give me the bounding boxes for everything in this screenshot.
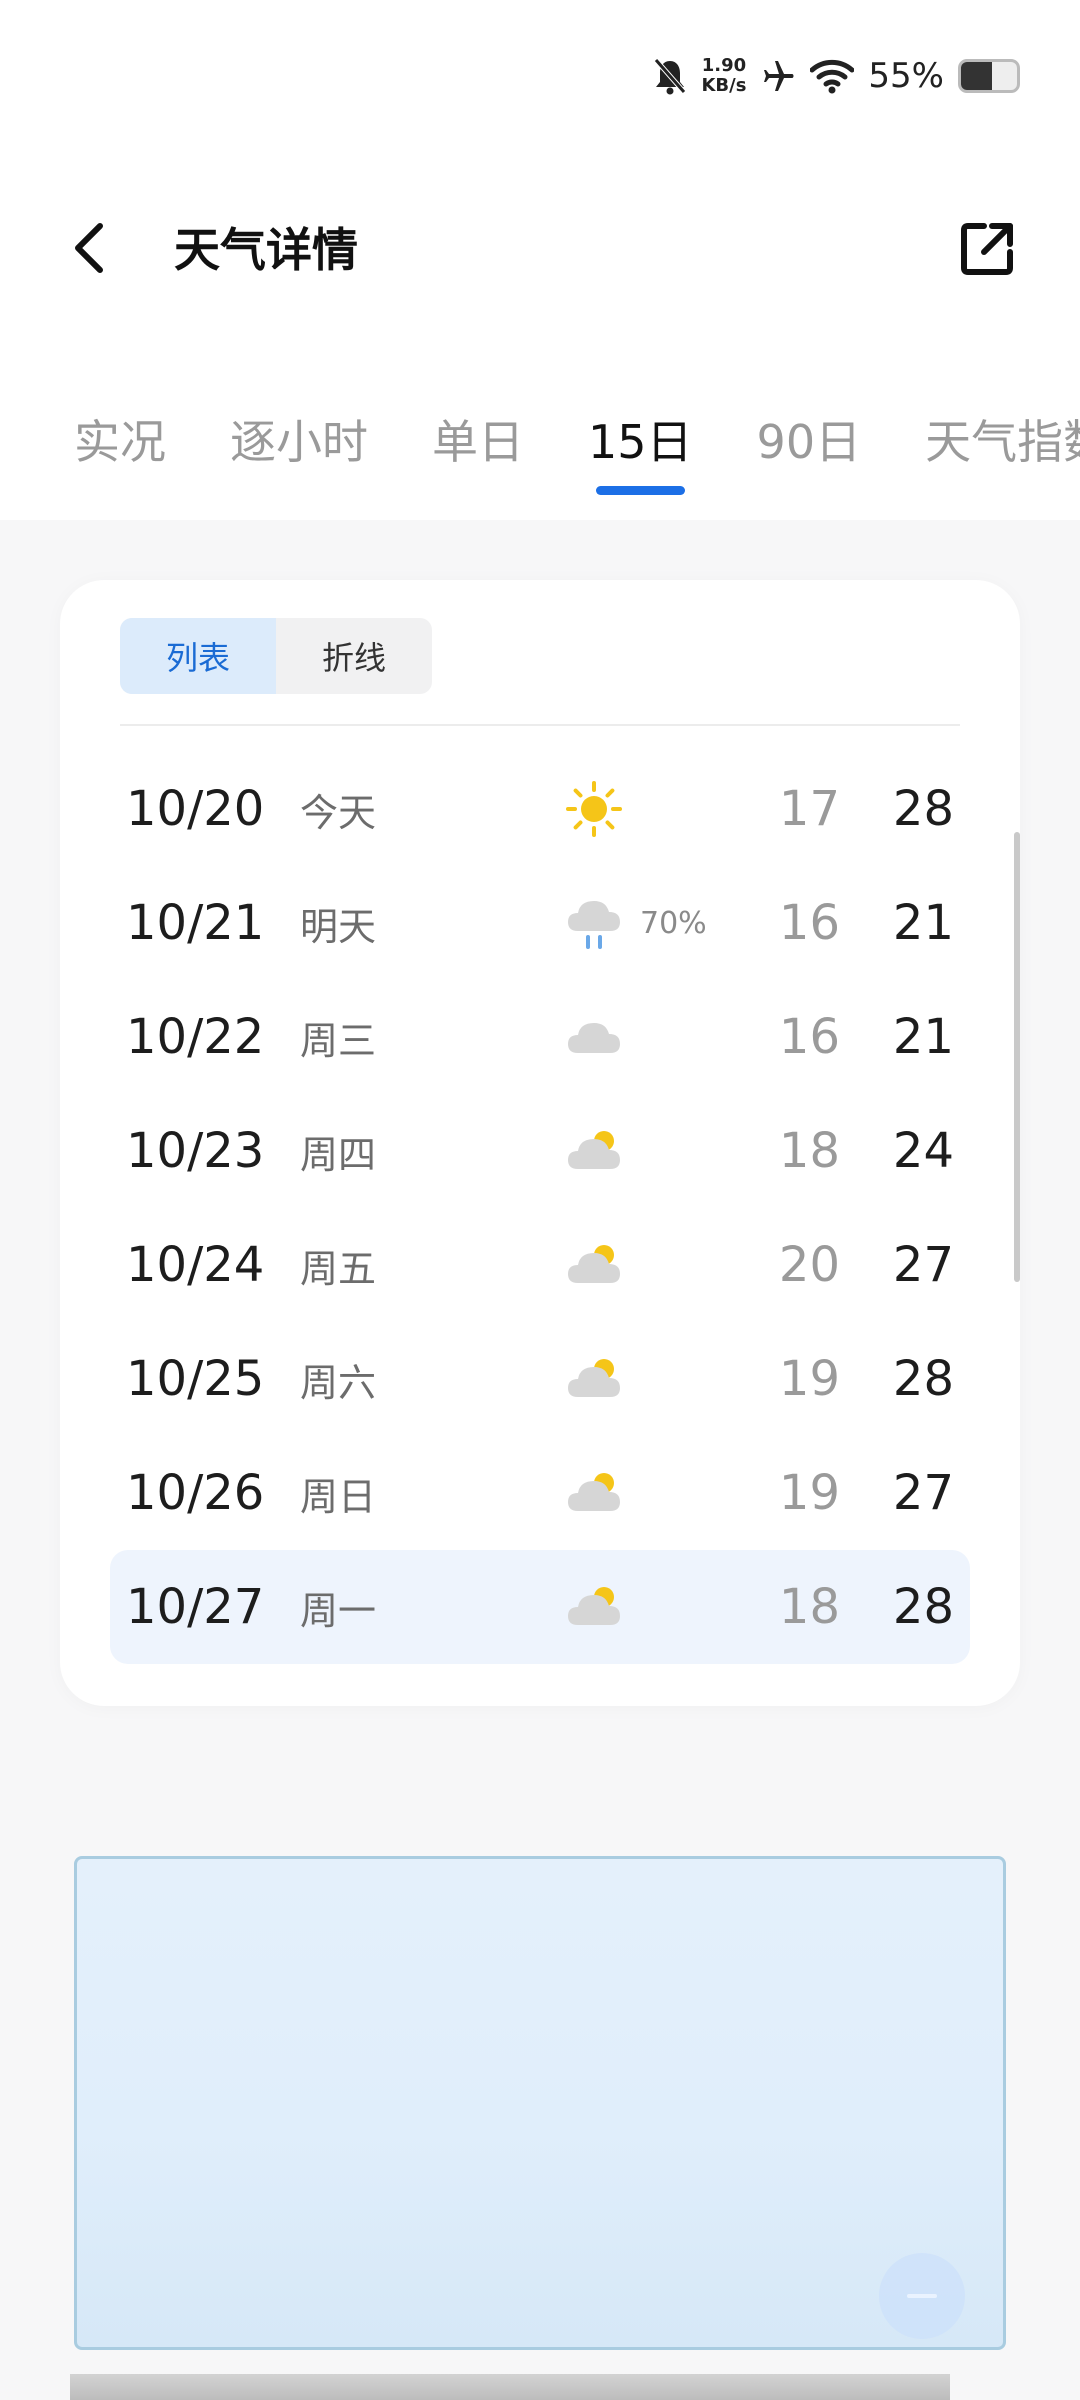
low-temp: 19 — [778, 1465, 840, 1521]
forecast-row[interactable]: 10/25 周六 19 28 — [110, 1322, 970, 1436]
tab-hourly[interactable]: 逐小时 — [230, 410, 368, 474]
forecast-weekday: 明天 — [300, 904, 377, 949]
high-temp: 28 — [892, 1579, 954, 1635]
tab-realtime[interactable]: 实况 — [74, 410, 166, 474]
share-external-icon — [958, 218, 1018, 282]
low-temp: 17 — [778, 781, 840, 837]
tab-15-day[interactable]: 15日 — [588, 410, 693, 495]
low-temp: 16 — [778, 895, 840, 951]
line-view-button[interactable]: 折线 — [276, 618, 432, 694]
share-button[interactable] — [956, 218, 1020, 282]
divider — [120, 724, 960, 726]
tab-weather-index[interactable]: 天气指数 — [925, 410, 1080, 474]
high-temp: 21 — [892, 895, 954, 951]
forecast-date: 10/21 — [126, 895, 265, 951]
forecast-date: 10/24 — [126, 1237, 265, 1293]
high-temp: 28 — [892, 781, 954, 837]
forecast-weekday: 周五 — [300, 1246, 377, 1291]
tab-single-day[interactable]: 单日 — [432, 410, 524, 474]
forecast-date: 10/26 — [126, 1465, 265, 1521]
list-view-button[interactable]: 列表 — [120, 618, 276, 694]
rain-icon — [564, 893, 624, 953]
chevron-left-icon — [70, 222, 110, 278]
partly-cloudy-icon — [564, 1463, 624, 1523]
forecast-date: 10/25 — [126, 1351, 265, 1407]
battery-percent: 55% — [868, 56, 944, 96]
forecast-list: 10/20 今天 17 28 10/21 明天 70% 16 21 10/22 … — [110, 752, 970, 1664]
high-temp: 24 — [892, 1123, 954, 1179]
bottom-bar — [70, 2374, 950, 2400]
scrollbar[interactable] — [1014, 832, 1020, 1282]
forecast-row[interactable]: 10/23 周四 18 24 — [110, 1094, 970, 1208]
battery-icon — [958, 59, 1020, 93]
lower-panel — [74, 1856, 1006, 2350]
high-temp: 21 — [892, 1009, 954, 1065]
partly-cloudy-icon — [564, 1235, 624, 1295]
partly-cloudy-icon — [564, 1577, 624, 1637]
precip-chance: 70% — [640, 905, 707, 941]
forecast-row[interactable]: 10/26 周日 19 27 — [110, 1436, 970, 1550]
floating-button[interactable] — [879, 2253, 965, 2339]
partly-cloudy-icon — [564, 1121, 624, 1181]
forecast-weekday: 周六 — [300, 1360, 377, 1405]
low-temp: 18 — [778, 1579, 840, 1635]
sunny-icon — [564, 779, 624, 839]
forecast-card: 列表 折线 10/20 今天 17 28 10/21 明天 70% 16 21 … — [60, 580, 1020, 1706]
battery-level — [961, 62, 992, 90]
partly-cloudy-icon — [564, 1349, 624, 1409]
cloudy-icon — [564, 1007, 624, 1067]
forecast-row[interactable]: 10/21 明天 70% 16 21 — [110, 866, 970, 980]
high-temp: 27 — [892, 1237, 954, 1293]
forecast-weekday: 今天 — [300, 790, 377, 835]
forecast-date: 10/22 — [126, 1009, 265, 1065]
page-title: 天气详情 — [174, 223, 358, 277]
forecast-row-selected[interactable]: 10/27 周一 18 28 — [110, 1550, 970, 1664]
forecast-weekday: 周日 — [300, 1474, 377, 1519]
tab-90-day[interactable]: 90日 — [757, 410, 862, 474]
airplane-icon — [760, 58, 796, 94]
low-temp: 19 — [778, 1351, 840, 1407]
forecast-date: 10/27 — [126, 1579, 265, 1635]
forecast-date: 10/20 — [126, 781, 265, 837]
forecast-row[interactable]: 10/20 今天 17 28 — [110, 752, 970, 866]
forecast-row[interactable]: 10/24 周五 20 27 — [110, 1208, 970, 1322]
mute-bell-icon — [653, 57, 687, 95]
net-speed: 1.90 KB/s — [701, 56, 746, 96]
net-speed-value: 1.90 — [701, 55, 747, 76]
minus-icon — [907, 2294, 937, 2298]
back-button[interactable] — [60, 220, 120, 280]
wifi-icon — [810, 58, 855, 94]
high-temp: 28 — [892, 1351, 954, 1407]
forecast-weekday: 周一 — [300, 1588, 377, 1633]
low-temp: 16 — [778, 1009, 840, 1065]
low-temp: 18 — [778, 1123, 840, 1179]
tab-bar: 实况 逐小时 单日 15日 90日 天气指数 — [74, 410, 1080, 500]
forecast-weekday: 周四 — [300, 1132, 377, 1177]
low-temp: 20 — [778, 1237, 840, 1293]
view-toggle: 列表 折线 — [120, 618, 432, 694]
forecast-weekday: 周三 — [300, 1018, 377, 1063]
high-temp: 27 — [892, 1465, 954, 1521]
net-speed-unit: KB/s — [701, 75, 747, 96]
forecast-row[interactable]: 10/22 周三 16 21 — [110, 980, 970, 1094]
header: 天气详情 — [0, 190, 1080, 310]
forecast-date: 10/23 — [126, 1123, 265, 1179]
status-bar: 1.90 KB/s 55% — [653, 40, 1020, 112]
